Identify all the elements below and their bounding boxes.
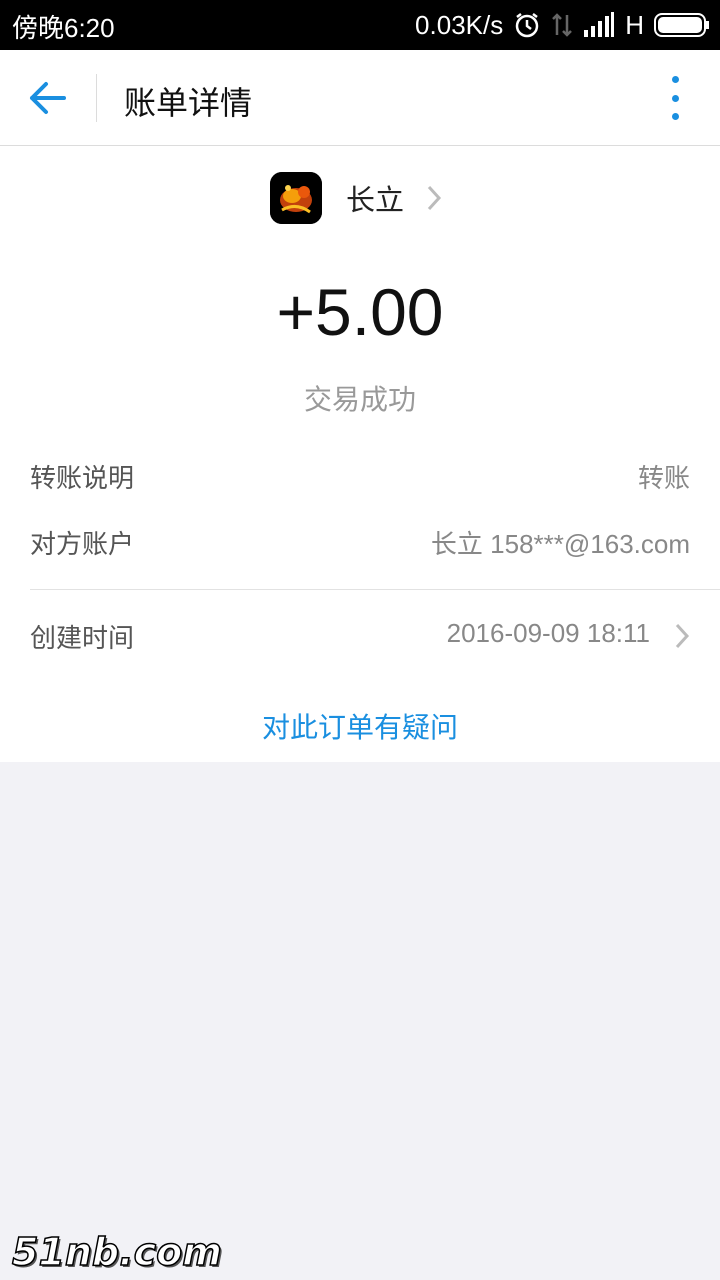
detail-row-account: 对方账户 长立 158***@163.com [30,524,690,564]
signal-icon [583,12,615,38]
header-bar: 账单详情 [0,50,720,146]
network-speed: 0.03K/s [415,9,504,40]
back-arrow-icon [30,82,66,114]
status-indicators: 0.03K/s H [415,8,710,42]
header-divider [96,74,97,122]
description-label: 转账说明 [30,463,135,493]
counterparty-link[interactable]: 长立 [270,172,442,224]
data-arrows-icon [551,11,573,39]
counterparty-name: 长立 [346,185,405,217]
page-title: 账单详情 [124,85,253,121]
battery-icon [654,13,710,37]
account-value: 长立 158***@163.com [430,529,690,559]
chevron-right-icon [427,185,442,211]
transaction-amount: +5.00 [276,275,444,349]
more-vertical-icon [671,94,679,102]
status-bar: 傍晚6:20 0.03K/s H [0,0,720,50]
detail-row-description: 转账说明 转账 [30,458,690,498]
status-time: 傍晚6:20 [12,13,115,43]
back-button[interactable] [22,72,74,124]
bill-detail-card: 长立 +5.00 交易成功 转账说明 转账 对方账户 长立 158***@163… [0,146,720,762]
transaction-status: 交易成功 [303,384,416,415]
order-question-link[interactable]: 对此订单有疑问 [0,706,720,746]
description-value: 转账 [637,463,690,493]
more-options-button[interactable] [660,76,690,120]
detail-row-created-time[interactable]: 创建时间 2016-09-09 18:11 [30,618,690,658]
divider [30,589,720,590]
alarm-icon [513,11,541,39]
created-time-value: 2016-09-09 18:11 [446,618,650,648]
network-type: H [625,9,644,40]
created-time-label: 创建时间 [30,623,135,653]
chevron-right-icon [675,623,690,649]
more-vertical-icon [671,113,679,120]
more-vertical-icon [671,76,679,83]
avatar [270,172,322,224]
watermark: 51nb.com [11,1229,222,1275]
account-label: 对方账户 [30,529,135,559]
